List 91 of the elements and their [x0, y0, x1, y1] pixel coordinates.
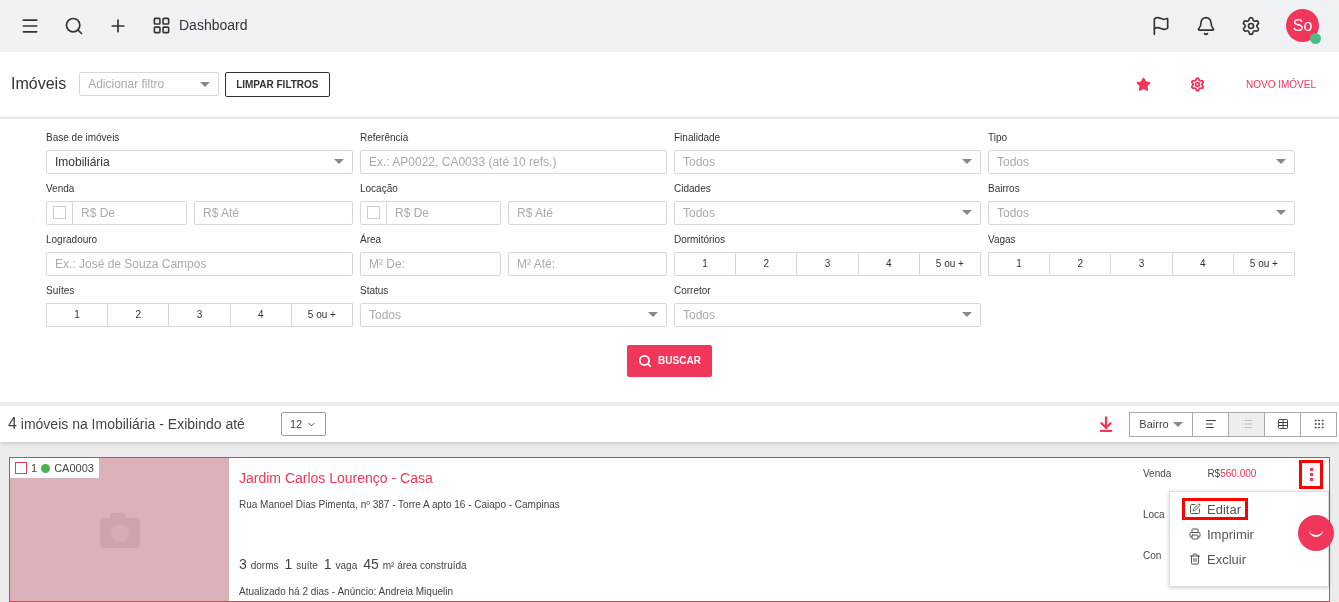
user-avatar[interactable]: So	[1286, 9, 1319, 43]
field-label: Área	[360, 232, 383, 247]
input-field[interactable]: R$ Até	[194, 200, 353, 225]
option-button[interactable]: 4	[857, 251, 920, 276]
input-field[interactable]: M² Até:	[508, 251, 667, 276]
property-stat: 3 dorms	[239, 555, 279, 575]
field-label: Tipo	[988, 130, 1009, 145]
price-label: Con	[1143, 549, 1162, 564]
input-field[interactable]: Ex.: AP0022, CA0033 (até 10 refs.)	[360, 149, 667, 174]
option-button[interactable]: 1	[674, 251, 737, 276]
field-label: Dormitórios	[674, 232, 727, 247]
option-button[interactable]: 5 ou +	[918, 251, 981, 276]
caret-icon	[1276, 159, 1286, 165]
field-label: Corretor	[674, 283, 712, 298]
option-button[interactable]: 3	[168, 302, 231, 327]
results-count: 4 imóveis na Imobiliária - Exibindo até	[8, 414, 245, 435]
menu-item[interactable]: Editar	[1182, 498, 1248, 521]
option-button[interactable]: 2	[107, 302, 170, 327]
property-stat: 1 vaga	[323, 555, 358, 575]
option-button[interactable]: 2	[735, 251, 798, 276]
field-label: Referência	[360, 130, 410, 145]
field-label: Base de imóveis	[46, 130, 121, 145]
input-field[interactable]: R$ De	[387, 200, 501, 225]
table-icon	[1276, 418, 1289, 431]
option-button[interactable]: 2	[1049, 251, 1112, 276]
option-button[interactable]: 1	[988, 251, 1051, 276]
bell-icon[interactable]	[1196, 15, 1216, 36]
option-button[interactable]: 5 ou +	[1232, 251, 1295, 276]
table-view-button[interactable]	[1264, 411, 1301, 437]
field-label: Vagas	[988, 232, 1017, 247]
grid-icon	[152, 16, 171, 36]
tree-icon	[1204, 418, 1217, 431]
option-button[interactable]: 4	[229, 302, 292, 327]
more-button[interactable]	[1299, 460, 1323, 490]
trash-icon	[1189, 553, 1201, 566]
search-icon[interactable]	[64, 15, 84, 36]
pencil-icon	[1189, 503, 1201, 516]
caret-icon	[648, 312, 658, 318]
menu-item[interactable]: Excluir	[1182, 548, 1253, 571]
option-button[interactable]: 3	[796, 251, 859, 276]
price-label: Loca	[1143, 508, 1165, 523]
caret-icon	[962, 210, 972, 216]
option-button[interactable]: 1	[46, 302, 109, 327]
star-icon[interactable]	[1136, 76, 1151, 92]
property-stat: 45 m² área construída	[363, 555, 467, 575]
field-label: Cidades	[674, 181, 712, 196]
field-label: Logradouro	[46, 232, 99, 247]
select-field[interactable]: Imobiliária	[46, 149, 353, 174]
input-field[interactable]: M² De:	[360, 251, 501, 276]
tree-view-button[interactable]	[1192, 411, 1229, 437]
update-info: Atualizado há 2 dias - Anúncio: Andreia Miquelin	[239, 585, 455, 600]
checkbox[interactable]	[15, 462, 27, 475]
caret-icon	[962, 312, 972, 318]
menu-item[interactable]: Imprimir	[1182, 523, 1261, 546]
clear-filters-button[interactable]: LIMPAR FILTROS	[225, 71, 330, 97]
input-field[interactable]: Ex.: José de Souza Campos	[46, 251, 353, 276]
flag-icon[interactable]	[1151, 15, 1171, 36]
new-property-button[interactable]: NOVO IMÓVEL	[1246, 76, 1316, 92]
option-button[interactable]: 4	[1171, 251, 1234, 276]
caret-icon	[334, 159, 344, 165]
search-icon	[638, 353, 653, 368]
page-title: Imóveis	[11, 74, 67, 95]
caret-icon	[962, 159, 972, 165]
settings-icon[interactable]	[1241, 15, 1261, 36]
reference-code: CA0003	[54, 461, 94, 476]
field-label: Status	[360, 283, 390, 298]
printer-icon	[1189, 528, 1201, 541]
index-number: 1	[31, 461, 38, 476]
field-label: Locação	[360, 181, 399, 196]
property-address: Rua Manoel Dias Pimenta, nº 387 - Torre A apto 16 - Caiapo - Campinas	[239, 498, 561, 513]
download-icon[interactable]	[1097, 415, 1115, 434]
dashboard-link[interactable]: Dashboard	[152, 15, 248, 37]
price-value: R$560.000	[1207, 467, 1257, 482]
field-label: Venda	[46, 181, 76, 196]
property-title[interactable]: Jardim Carlos Lourenço - Casa	[239, 468, 1143, 490]
field-label: Bairros	[988, 181, 1021, 196]
caret-icon	[1172, 421, 1183, 427]
property-stat: 1 suíte	[284, 555, 318, 575]
price-label: Venda	[1143, 467, 1172, 482]
option-button[interactable]: 3	[1110, 251, 1173, 276]
caret-icon	[1276, 210, 1286, 216]
field-label: Suítes	[46, 283, 76, 298]
caret-icon	[200, 81, 211, 87]
field-label: Finalidade	[674, 130, 722, 145]
grid-icon	[1312, 418, 1325, 431]
input-field[interactable]: R$ Até	[508, 200, 667, 225]
per-page-select[interactable]: 12	[280, 412, 327, 437]
search-button[interactable]: BUSCAR	[627, 344, 712, 377]
input-field[interactable]: R$ De	[73, 200, 187, 225]
list-icon	[1240, 418, 1253, 431]
option-button[interactable]: 5 ou +	[290, 302, 353, 327]
